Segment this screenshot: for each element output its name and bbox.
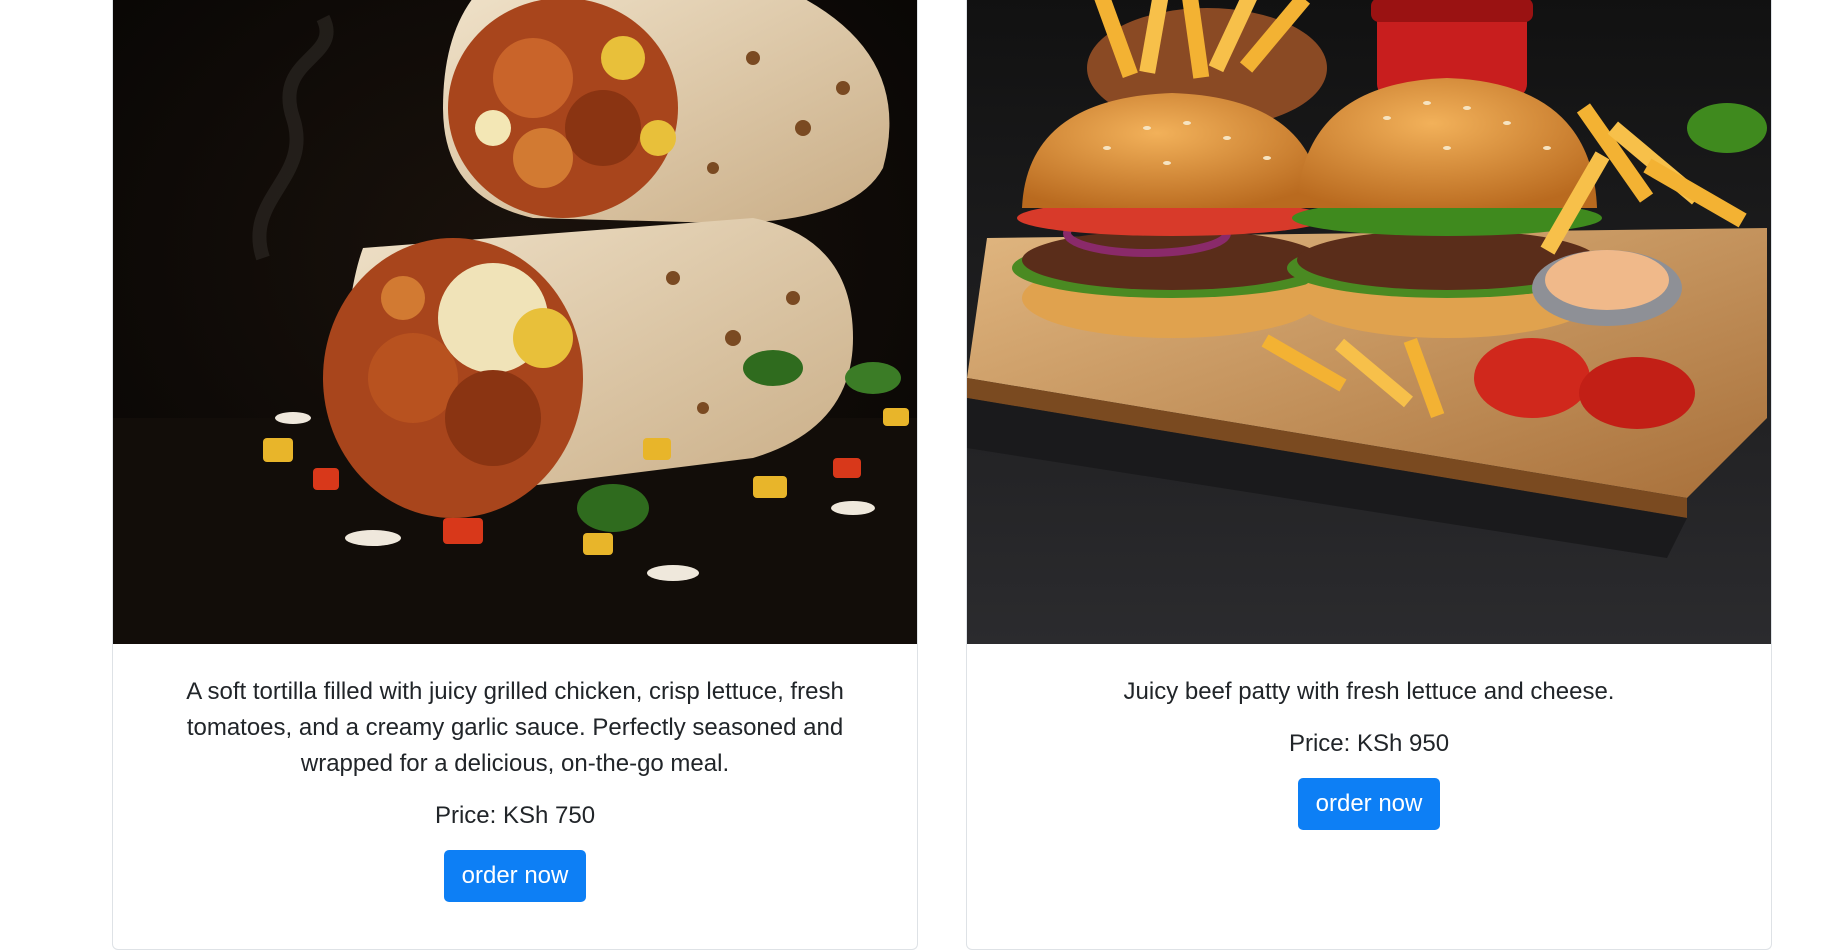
wrap-description: A soft tortilla filled with juicy grille… <box>186 678 844 777</box>
burger-image <box>967 0 1771 644</box>
product-card-burger: Juicy beef patty with fresh lettuce and … <box>966 0 1772 950</box>
burger-order-now-button[interactable]: order now <box>1297 778 1441 830</box>
product-card-wrap: A soft tortilla filled with juicy grille… <box>112 0 918 950</box>
wrap-order-now-button[interactable]: order now <box>443 850 587 902</box>
product-row: A soft tortilla filled with juicy grille… <box>0 0 1846 952</box>
burger-description: Juicy beef patty with fresh lettuce and … <box>1123 678 1615 705</box>
wrap-card-body: A soft tortilla filled with juicy grille… <box>113 644 917 902</box>
burger-card-body: Juicy beef patty with fresh lettuce and … <box>967 644 1771 830</box>
wrap-price: Price: KSh 750 <box>434 802 596 829</box>
burger-price: Price: KSh 950 <box>1288 730 1450 757</box>
wrap-image <box>113 0 917 644</box>
